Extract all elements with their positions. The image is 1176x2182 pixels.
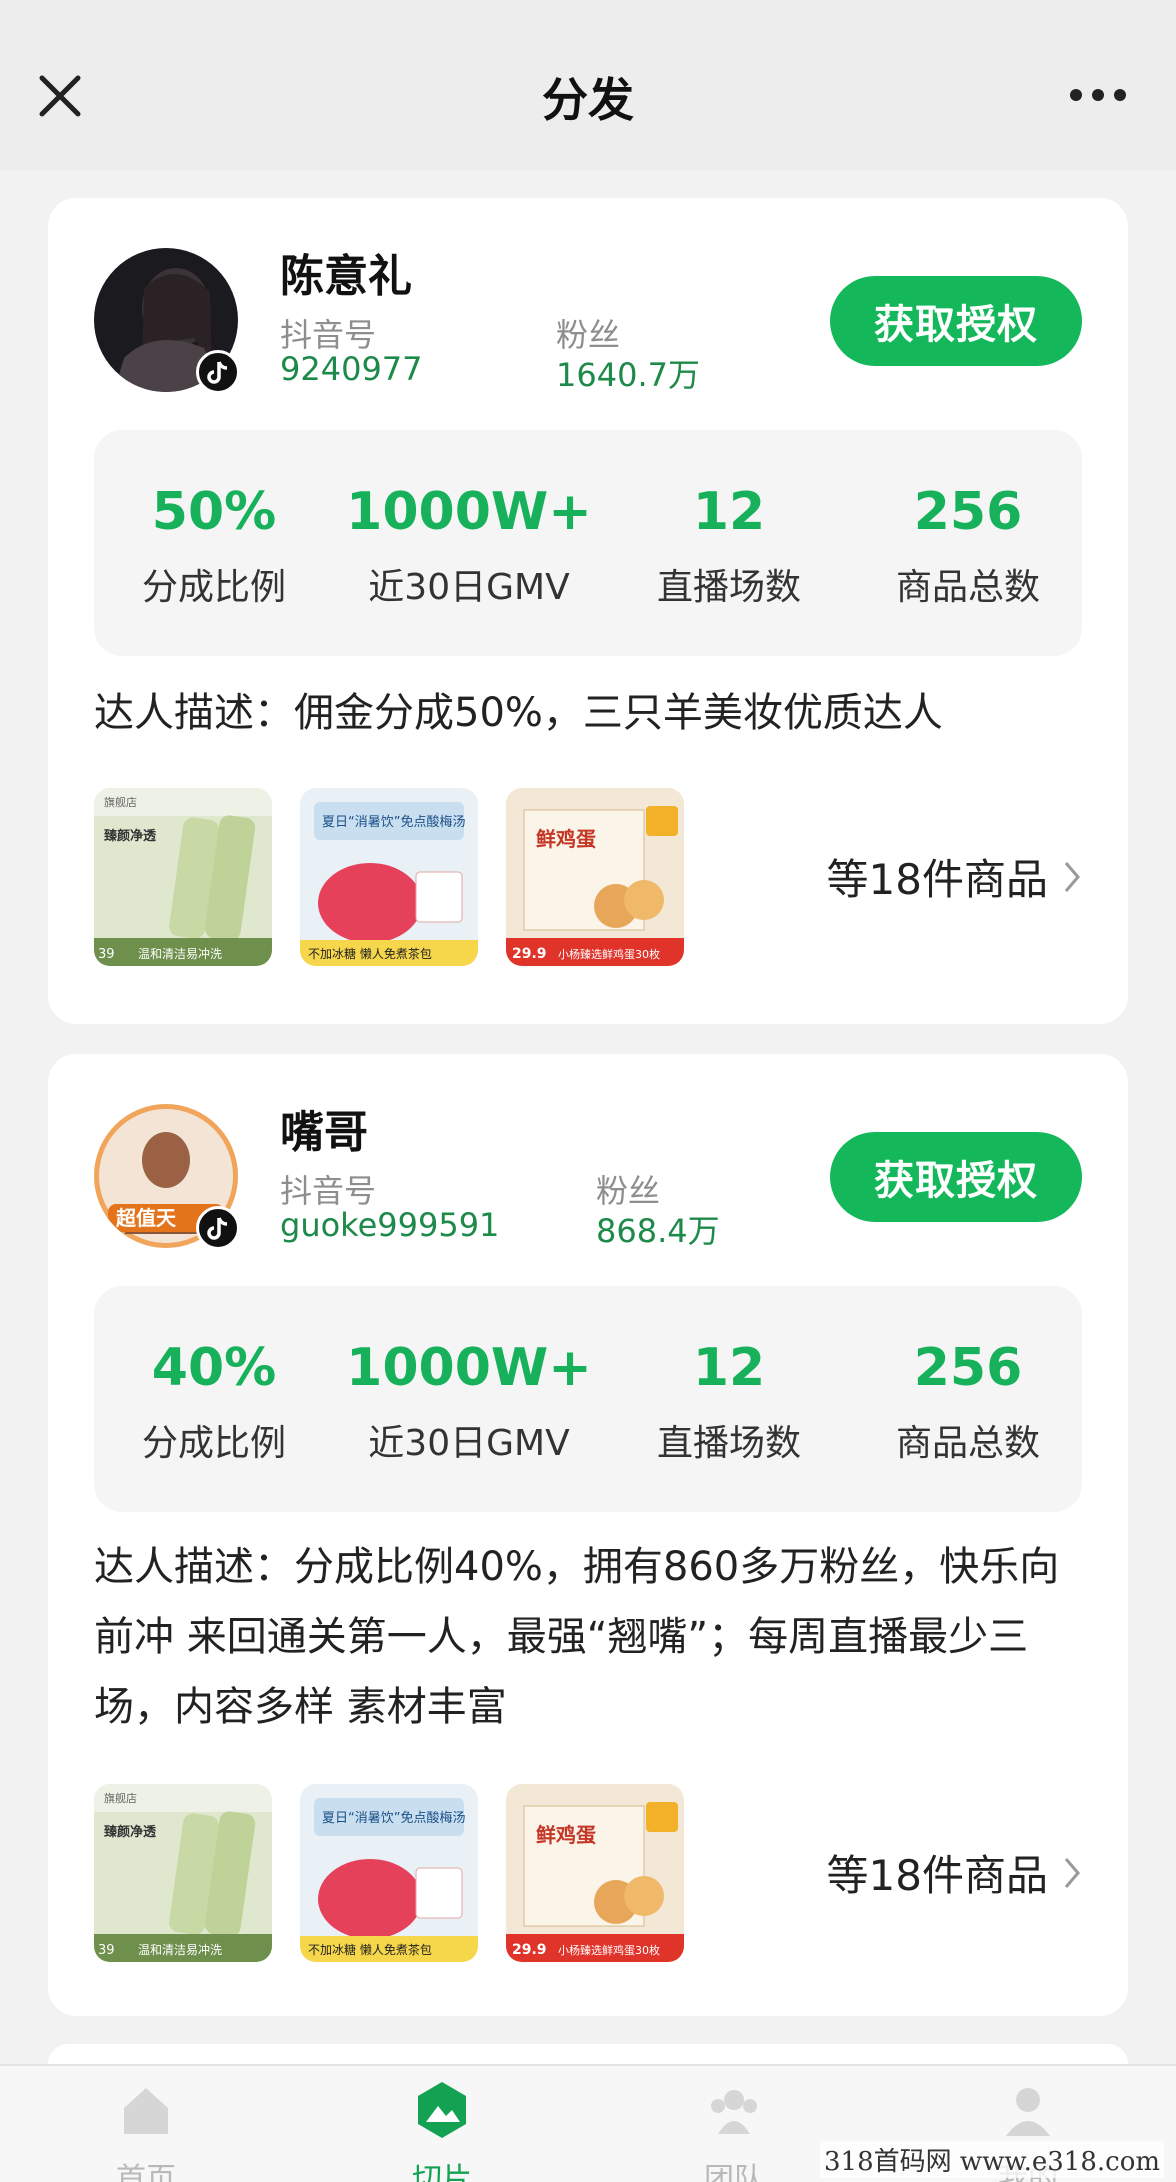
avatar[interactable] [94, 248, 240, 394]
top-bar: 分发 [0, 0, 1176, 170]
stat-live-count: 12 直播场数 [604, 430, 854, 656]
svg-text:温和清洁易冲洗: 温和清洁易冲洗 [138, 1942, 222, 1957]
influencer-name: 陈意礼 [280, 251, 412, 302]
fans-count: 868.4万 [596, 1212, 720, 1250]
tab-clips[interactable]: 切片 [362, 2066, 522, 2182]
stat-value: 1000W+ [346, 1338, 592, 1398]
svg-text:夏日“消暑饮”免点酸梅汤: 夏日“消暑饮”免点酸梅汤 [322, 815, 465, 830]
douyin-id: 9240977 [280, 350, 423, 388]
stat-value: 12 [692, 482, 766, 542]
more-horizontal-icon[interactable] [1068, 80, 1128, 110]
stat-product-total: 256 商品总数 [854, 430, 1082, 656]
stat-product-total: 256 商品总数 [854, 1286, 1082, 1512]
tab-label: 首页 [116, 2162, 176, 2182]
svg-text:鲜鸡蛋: 鲜鸡蛋 [536, 1823, 596, 1847]
stat-value: 256 [913, 1338, 1023, 1398]
svg-text:鲜鸡蛋: 鲜鸡蛋 [536, 827, 596, 851]
stat-label: 分成比例 [141, 567, 286, 608]
svg-text:29.9: 29.9 [512, 946, 547, 962]
svg-text:不加冰糖 懒人免煮茶包: 不加冰糖 懒人免煮茶包 [308, 1942, 432, 1957]
stat-label: 直播场数 [656, 1423, 801, 1464]
chevron-right-icon [1064, 861, 1080, 892]
more-goods-link[interactable]: 等18件商品 [827, 846, 1082, 907]
get-authorization-button[interactable]: 获取授权 [830, 276, 1082, 366]
stat-gmv: 1000W+ 近30日GMV [334, 430, 604, 656]
tiktok-badge-icon [196, 350, 240, 394]
stat-label: 近30日GMV [368, 1423, 570, 1464]
influencer-card: 陈意礼 抖音号 9240977 粉丝 1640.7万 获取授权 50% 分成比例… [48, 198, 1128, 1024]
influencer-description: 达人描述：佣金分成50%，三只羊美妆优质达人 [94, 690, 943, 736]
product-thumb[interactable]: 鲜鸡蛋 29.9 小杨臻选鲜鸡蛋30枚 [506, 788, 684, 966]
avatar[interactable]: 超值天 [94, 1104, 240, 1250]
more-goods-label: 等18件商品 [826, 855, 1048, 904]
stat-gmv: 1000W+ 近30日GMV [334, 1286, 604, 1512]
svg-text:超值天: 超值天 [115, 1206, 177, 1230]
svg-text:旗舰店: 旗舰店 [104, 795, 137, 809]
influencer-card: 超值天 嘴哥 抖音号 guoke999591 粉丝 868.4万 获取授权 40… [48, 1054, 1128, 2016]
stat-value: 12 [692, 1338, 766, 1398]
svg-text:臻颜净透: 臻颜净透 [104, 828, 156, 844]
svg-text:不加冰糖 懒人免煮茶包: 不加冰糖 懒人免煮茶包 [308, 946, 432, 961]
product-thumb[interactable]: 夏日“消暑饮”免点酸梅汤 不加冰糖 懒人免煮茶包 [300, 788, 478, 966]
product-thumb[interactable]: 夏日“消暑饮”免点酸梅汤 不加冰糖 懒人免煮茶包 [300, 1784, 478, 1962]
tiktok-badge-icon [196, 1206, 240, 1250]
tab-label: 团队 [704, 2162, 764, 2182]
stat-commission: 50% 分成比例 [94, 430, 334, 656]
more-goods-link[interactable]: 等18件商品 [827, 1842, 1082, 1903]
stat-live-count: 12 直播场数 [604, 1286, 854, 1512]
tab-home[interactable]: 首页 [66, 2066, 226, 2182]
svg-text:29.9: 29.9 [512, 1942, 547, 1958]
more-goods-label: 等18件商品 [826, 1851, 1048, 1900]
product-thumb[interactable]: 鲜鸡蛋 29.9 小杨臻选鲜鸡蛋30枚 [506, 1784, 684, 1962]
stat-commission: 40% 分成比例 [94, 1286, 334, 1512]
stat-label: 商品总数 [895, 1423, 1040, 1464]
stat-value: 40% [151, 1338, 277, 1398]
douyin-id: guoke999591 [280, 1206, 500, 1244]
svg-text:臻颜净透: 臻颜净透 [104, 1824, 156, 1840]
svg-text:旗舰店: 旗舰店 [104, 1791, 137, 1805]
stat-value: 256 [913, 482, 1023, 542]
mountain-icon [418, 2082, 466, 2138]
svg-text:39: 39 [98, 947, 115, 962]
stat-label: 分成比例 [141, 1423, 286, 1464]
stat-label: 商品总数 [895, 567, 1040, 608]
svg-text:39: 39 [98, 1943, 115, 1958]
product-thumb[interactable]: 旗舰店 臻颜净透 39 温和清洁易冲洗 [94, 788, 272, 966]
influencer-description: 达人描述：分成比例40%，拥有860多万粉丝，快乐向前冲 来回通关第一人，最强“… [94, 1544, 1060, 1730]
svg-text:小杨臻选鲜鸡蛋30枚: 小杨臻选鲜鸡蛋30枚 [558, 1943, 660, 1957]
product-thumb[interactable]: 旗舰店 臻颜净透 39 温和清洁易冲洗 [94, 1784, 272, 1962]
stat-value: 1000W+ [346, 482, 592, 542]
svg-text:小杨臻选鲜鸡蛋30枚: 小杨臻选鲜鸡蛋30枚 [558, 947, 660, 961]
stats-panel: 50% 分成比例 1000W+ 近30日GMV 12 直播场数 256 商品总数 [94, 430, 1082, 656]
get-authorization-button[interactable]: 获取授权 [830, 1132, 1082, 1222]
svg-text:温和清洁易冲洗: 温和清洁易冲洗 [138, 946, 222, 961]
stat-label: 近30日GMV [368, 567, 570, 608]
page-title: 分发 [542, 73, 634, 127]
stats-panel: 40% 分成比例 1000W+ 近30日GMV 12 直播场数 256 商品总数 [94, 1286, 1082, 1512]
fans-count: 1640.7万 [556, 356, 700, 394]
chevron-right-icon [1064, 1857, 1080, 1888]
tab-team[interactable]: 团队 [654, 2066, 814, 2182]
stat-value: 50% [151, 482, 277, 542]
stat-label: 直播场数 [656, 567, 801, 608]
watermark: 318首码网 www.e318.com [820, 2141, 1164, 2178]
team-icon [711, 2090, 757, 2134]
svg-text:夏日“消暑饮”免点酸梅汤: 夏日“消暑饮”免点酸梅汤 [322, 1811, 465, 1826]
influencer-name: 嘴哥 [280, 1107, 368, 1158]
home-icon [124, 2088, 168, 2134]
tab-label: 切片 [412, 2162, 472, 2182]
bottom-tab-bar: 首页 切片 团队 我的 318首码网 www.e318.com [0, 2064, 1176, 2182]
user-icon [1006, 2088, 1050, 2136]
